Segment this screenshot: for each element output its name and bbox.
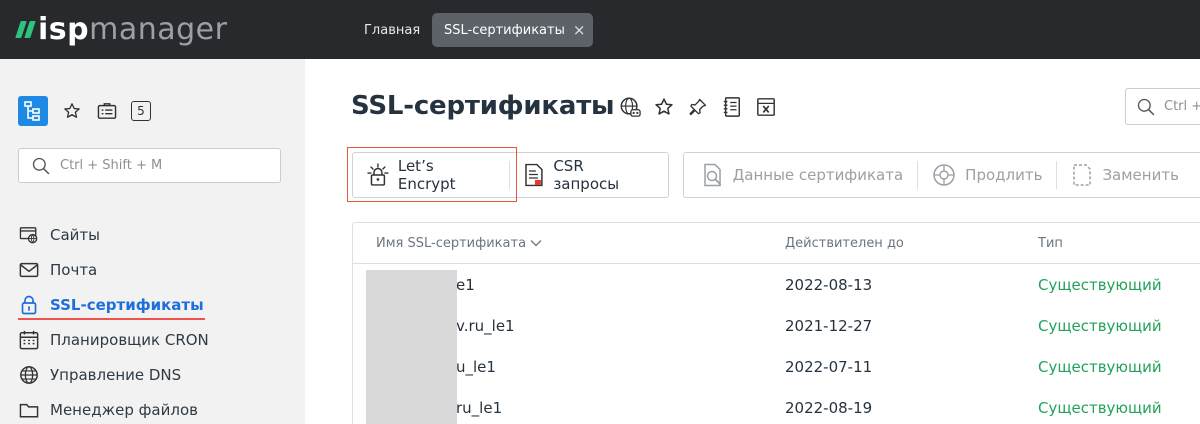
main-search-field[interactable] [1125,88,1200,125]
web-help-icon[interactable] [619,96,641,118]
tree-view-icon[interactable] [18,96,48,126]
tab-home[interactable]: Главная [354,13,430,47]
top-bar: isp manager Главная SSL-сертификаты × [0,0,1200,59]
tab-ssl-certificates[interactable]: SSL-сертификаты × [432,13,594,47]
table-row[interactable]: e1 2022-08-13 Существующий [353,264,1200,305]
cert-valid-until: 2021-12-27 [785,316,873,335]
export-excel-icon[interactable] [755,96,777,118]
logo[interactable]: isp manager [15,11,228,47]
csr-requests-button[interactable]: CSR запросы [510,153,667,197]
logo-isp-text: isp [38,11,90,47]
sidebar: 5 Сайты Почта SSL-сертификаты [0,59,305,424]
sidebar-item-label: Управление DNS [50,365,182,384]
certificate-search-icon [703,163,721,187]
sidebar-item-label: Менеджер файлов [50,400,198,419]
pin-icon[interactable] [687,96,709,118]
cert-name: e1 [456,275,475,294]
search-icon [1137,98,1155,115]
column-header-name[interactable]: Имя SSL-сертификата [376,236,542,251]
cert-type: Существующий [1038,316,1162,335]
cert-type: Существующий [1038,398,1162,417]
document-list-icon[interactable] [721,96,743,118]
sidebar-item-label: Сайты [50,225,100,244]
renew-button[interactable]: Продлить [918,153,1056,197]
sites-icon [18,224,40,246]
column-header-valid-until[interactable]: Действителен до [785,236,904,251]
cert-name: u_le1 [456,357,496,376]
cert-valid-until: 2022-08-19 [785,398,873,417]
csr-requests-label: CSR запросы [553,157,620,193]
table-row[interactable]: v.ru_le1 2021-12-27 Существующий [353,305,1200,346]
star-icon[interactable] [653,96,675,118]
toolbar: Let’s Encrypt CSR запросы Данные сертифи… [352,152,1200,198]
toolbar-group-primary: Let’s Encrypt CSR запросы [352,152,669,198]
page-title: SSL-сертификаты [351,91,615,121]
sidebar-item-mail[interactable]: Почта [18,252,298,287]
lets-encrypt-icon [367,163,389,186]
lock-icon [18,294,40,316]
certificates-table: Имя SSL-сертификата Действителен до Тип … [352,222,1200,424]
sidebar-item-label: Планировщик CRON [50,330,209,349]
cert-type: Существующий [1038,357,1162,376]
calendar-icon [18,329,40,351]
sidebar-item-label: Почта [50,260,98,279]
redaction-block [366,270,457,424]
cert-valid-until: 2022-07-11 [785,357,873,376]
lets-encrypt-label: Let’s Encrypt [397,157,456,193]
logo-mark-icon [15,20,36,38]
csr-document-icon [525,163,544,187]
sidebar-item-cron[interactable]: Планировщик CRON [18,322,298,357]
sidebar-item-dns[interactable]: Управление DNS [18,357,298,392]
sidebar-item-label: SSL-сертификаты [50,295,204,314]
chevron-down-icon [530,240,542,247]
toolbar-group-secondary: Данные сертификата Продлить Заменить [682,152,1200,198]
sidebar-search-field[interactable] [18,148,281,183]
cert-name: v.ru_le1 [456,316,515,335]
column-header-name-label: Имя SSL-сертификата [376,235,527,251]
cert-valid-until: 2022-08-13 [785,275,873,294]
tab-ssl-label: SSL-сертификаты [444,22,565,38]
title-actions [619,96,777,118]
cert-name: ru_le1 [456,398,503,417]
briefcase-list-icon[interactable] [96,100,118,122]
sidebar-item-file-manager[interactable]: Менеджер файлов [18,392,298,424]
sidebar-toolbar: 5 [18,96,151,126]
sidebar-item-sites[interactable]: Сайты [18,217,298,252]
count-badge[interactable]: 5 [131,101,151,121]
lets-encrypt-button[interactable]: Let’s Encrypt [353,153,509,197]
column-header-type[interactable]: Тип [1038,236,1063,251]
table-row[interactable]: ru_le1 2022-08-19 Существующий [353,387,1200,424]
close-icon[interactable]: × [573,22,586,38]
main-search-input[interactable] [1164,99,1200,114]
renew-icon [933,164,955,186]
sidebar-item-ssl-certificates[interactable]: SSL-сертификаты [18,287,298,322]
folder-icon [18,399,40,421]
sidebar-search-input[interactable] [60,158,260,173]
mail-icon [18,259,40,281]
sidebar-menu: Сайты Почта SSL-сертификаты Планировщик … [18,217,298,424]
star-icon[interactable] [61,100,83,122]
replace-button[interactable]: Заменить [1057,153,1193,197]
globe-icon [18,364,40,386]
table-row[interactable]: u_le1 2022-07-11 Существующий [353,346,1200,387]
certificate-data-label: Данные сертификата [732,166,904,184]
logo-manager-text: manager [89,11,228,47]
renew-label: Продлить [965,166,1043,184]
replace-icon [1073,164,1092,186]
replace-label: Заменить [1102,166,1179,184]
certificate-data-button[interactable]: Данные сертификата [684,153,918,197]
table-header: Имя SSL-сертификата Действителен до Тип [353,223,1200,264]
search-icon [32,157,50,174]
cert-type: Существующий [1038,275,1162,294]
